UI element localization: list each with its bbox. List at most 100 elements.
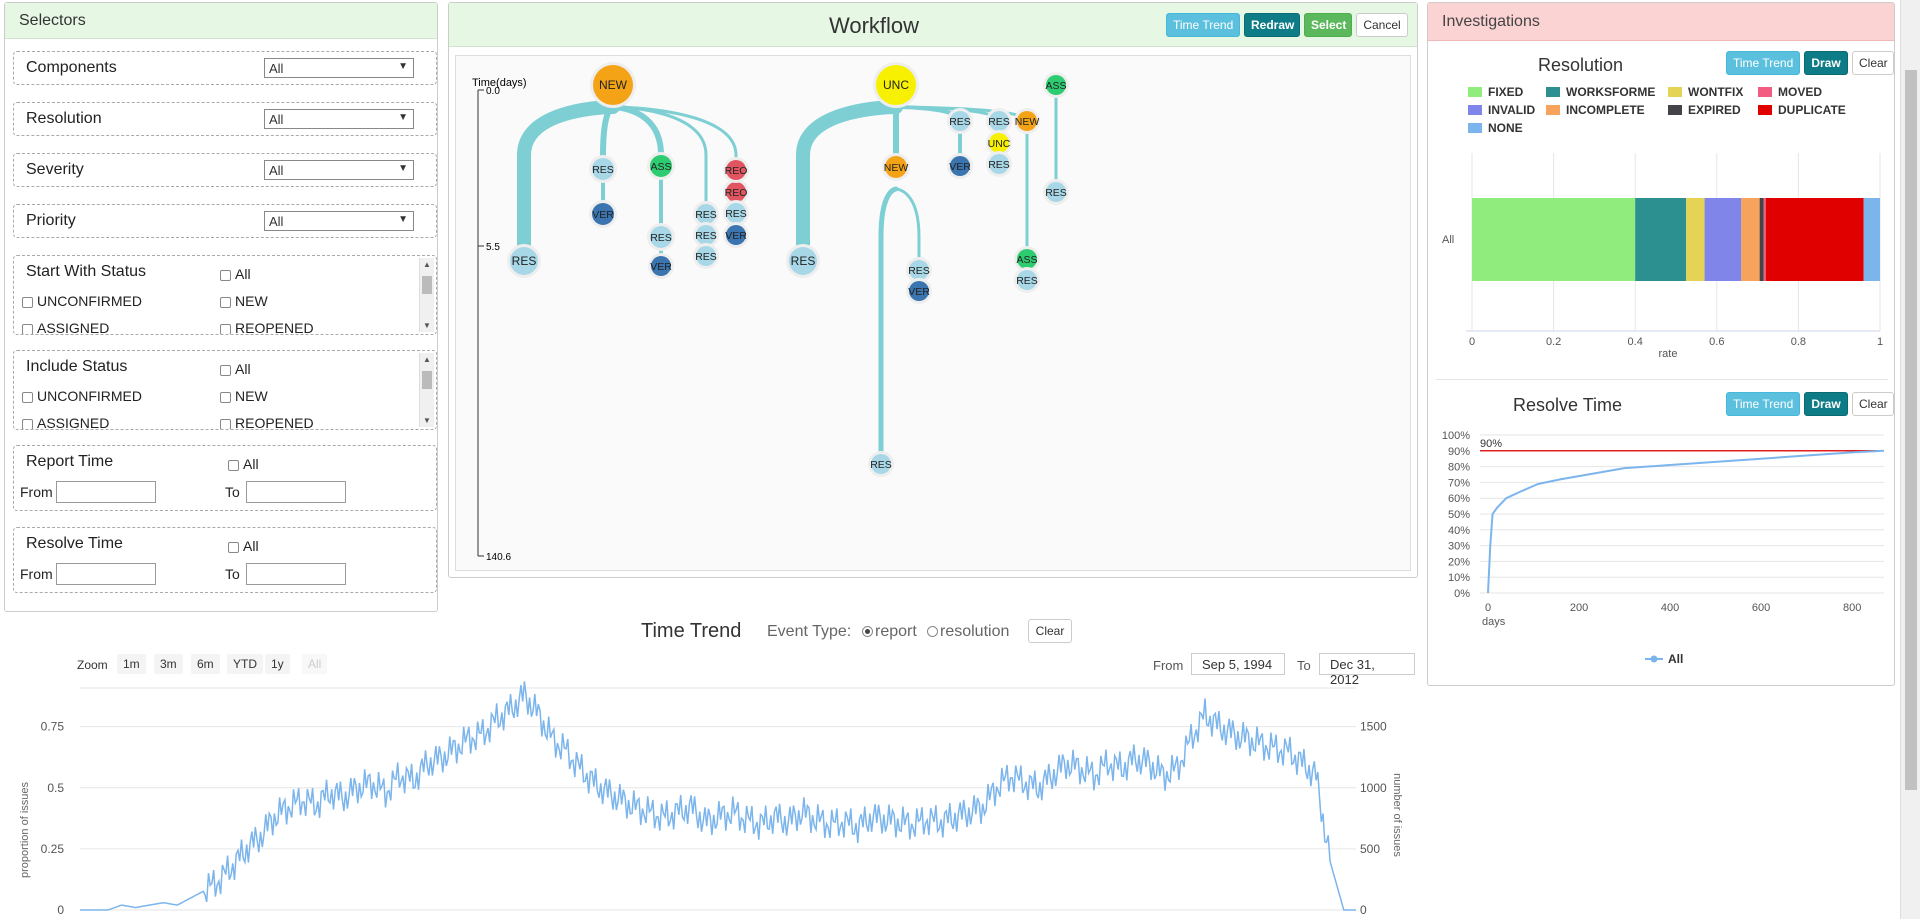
legend-item[interactable]: WORKSFORME [1546, 85, 1655, 99]
resolution-draw-button[interactable]: Draw [1804, 51, 1848, 75]
resolve-time-all[interactable]: All [228, 538, 259, 554]
scroll-thumb[interactable] [422, 371, 432, 389]
resolve-draw-button[interactable]: Draw [1804, 392, 1848, 416]
scroll-down-icon[interactable]: ▼ [423, 321, 431, 330]
zoom-6m-button[interactable]: 6m [191, 654, 220, 674]
workflow-node[interactable]: RES [693, 243, 719, 269]
legend-item[interactable]: FIXED [1468, 85, 1524, 99]
bar-segment[interactable] [1635, 198, 1687, 281]
workflow-node[interactable]: NEW [1014, 108, 1040, 134]
severity-label: Severity [26, 161, 84, 178]
zoom-1y-button[interactable]: 1y [265, 654, 290, 674]
bar-segment[interactable] [1704, 198, 1742, 281]
workflow-node[interactable]: REO [723, 157, 749, 183]
time-trend-clear-button[interactable]: Clear [1028, 619, 1072, 643]
workflow-node[interactable]: RES [986, 151, 1012, 177]
scroll-down-icon[interactable]: ▼ [423, 416, 431, 425]
workflow-node[interactable]: NEW [590, 62, 636, 108]
resolution-time-trend-button[interactable]: Time Trend [1726, 51, 1800, 75]
include-status-all[interactable]: All [220, 361, 251, 377]
legend-item[interactable]: INCOMPLETE [1546, 103, 1645, 117]
report-from-input[interactable] [56, 481, 156, 503]
severity-select[interactable]: All ▼ [264, 160, 414, 180]
include-status-assigned[interactable]: ASSIGNED [22, 415, 109, 429]
include-status-scrollbar[interactable]: ▲ ▼ [419, 353, 434, 427]
include-status-new[interactable]: NEW [220, 388, 268, 404]
zoom-all-button[interactable]: All [302, 654, 328, 674]
workflow-node[interactable]: RES [647, 223, 675, 251]
start-status-new[interactable]: NEW [220, 293, 268, 309]
workflow-node[interactable]: VER [648, 253, 674, 279]
workflow-node[interactable]: RES [947, 108, 973, 134]
radio-report[interactable]: report [862, 623, 917, 641]
workflow-node[interactable]: RES [786, 244, 820, 278]
start-status-all[interactable]: All [220, 266, 251, 282]
start-status-scrollbar[interactable]: ▲ ▼ [419, 258, 434, 332]
legend-item[interactable]: MOVED [1758, 85, 1822, 99]
bar-segment[interactable] [1741, 198, 1760, 281]
resolution-select[interactable]: All ▼ [264, 109, 414, 129]
report-to-input[interactable] [246, 481, 346, 503]
checkbox-icon [220, 323, 231, 334]
series-line[interactable] [1487, 449, 1885, 594]
scroll-up-icon[interactable]: ▲ [423, 355, 431, 364]
start-status-assigned[interactable]: ASSIGNED [22, 320, 109, 334]
workflow-node[interactable]: VER [947, 153, 973, 179]
workflow-node[interactable]: VER [723, 222, 749, 248]
resolve-clear-button[interactable]: Clear [1852, 392, 1894, 416]
event-type-label: Event Type: [767, 623, 852, 640]
legend-item[interactable]: NONE [1468, 121, 1523, 135]
severity-value: All [269, 163, 284, 178]
priority-select[interactable]: All ▼ [264, 211, 414, 231]
legend-label-all[interactable]: All [1668, 652, 1683, 666]
page-scrollbar[interactable] [1900, 0, 1920, 919]
workflow-node[interactable]: UNC [873, 62, 919, 108]
start-status-reopened[interactable]: REOPENED [220, 320, 314, 334]
resolve-time-trend-button[interactable]: Time Trend [1726, 392, 1800, 416]
workflow-time-trend-button[interactable]: Time Trend [1166, 13, 1240, 37]
select-button[interactable]: Select [1304, 13, 1352, 37]
bar-segment[interactable] [1686, 198, 1705, 281]
report-time-filter: Report Time All From To [13, 445, 437, 511]
legend-item[interactable]: INVALID [1468, 103, 1535, 117]
time-tick-label: 0.0 [486, 86, 500, 97]
redraw-button[interactable]: Redraw [1244, 13, 1300, 37]
start-status-unconfirmed[interactable]: UNCONFIRMED [22, 293, 142, 309]
workflow-node[interactable]: RES [507, 244, 541, 278]
legend-item[interactable]: WONTFIX [1668, 85, 1743, 99]
workflow-node[interactable]: RES [868, 451, 894, 477]
bar-segment[interactable] [1759, 198, 1764, 281]
resolve-from-input[interactable] [56, 563, 156, 585]
workflow-node[interactable]: NEW [882, 153, 910, 181]
bar-segment[interactable] [1863, 198, 1880, 281]
date-from-input[interactable]: Sep 5, 1994 [1191, 653, 1285, 675]
date-to-input[interactable]: Dec 31, 2012 [1319, 653, 1415, 687]
zoom-ytd-button[interactable]: YTD [227, 654, 263, 674]
bar-segment[interactable] [1472, 198, 1636, 281]
report-time-all[interactable]: All [228, 456, 259, 472]
workflow-node[interactable]: VER [589, 200, 617, 228]
legend-item[interactable]: EXPIRED [1668, 103, 1741, 117]
workflow-node[interactable]: VER [906, 278, 932, 304]
zoom-3m-button[interactable]: 3m [154, 654, 183, 674]
resolve-to-input[interactable] [246, 563, 346, 585]
workflow-node[interactable]: ASS [647, 152, 675, 180]
resolution-clear-button[interactable]: Clear [1852, 51, 1894, 75]
components-select[interactable]: All ▼ [264, 58, 414, 78]
workflow-node[interactable]: ASS [1043, 72, 1069, 98]
include-status-reopened[interactable]: REOPENED [220, 415, 314, 429]
series-line[interactable] [80, 681, 1356, 911]
scroll-up-icon[interactable]: ▲ [423, 260, 431, 269]
cancel-button[interactable]: Cancel [1356, 13, 1408, 37]
bar-segment[interactable] [1763, 198, 1766, 281]
workflow-node[interactable]: RES [1014, 267, 1040, 293]
include-status-unconfirmed[interactable]: UNCONFIRMED [22, 388, 142, 404]
bar-segment[interactable] [1765, 198, 1864, 281]
workflow-node[interactable]: RES [589, 155, 617, 183]
page-scroll-thumb[interactable] [1905, 70, 1917, 790]
workflow-node[interactable]: RES [1043, 179, 1069, 205]
radio-resolution[interactable]: resolution [927, 623, 1009, 641]
legend-item[interactable]: DUPLICATE [1758, 103, 1846, 117]
zoom-1m-button[interactable]: 1m [117, 654, 146, 674]
scroll-thumb[interactable] [422, 276, 432, 294]
